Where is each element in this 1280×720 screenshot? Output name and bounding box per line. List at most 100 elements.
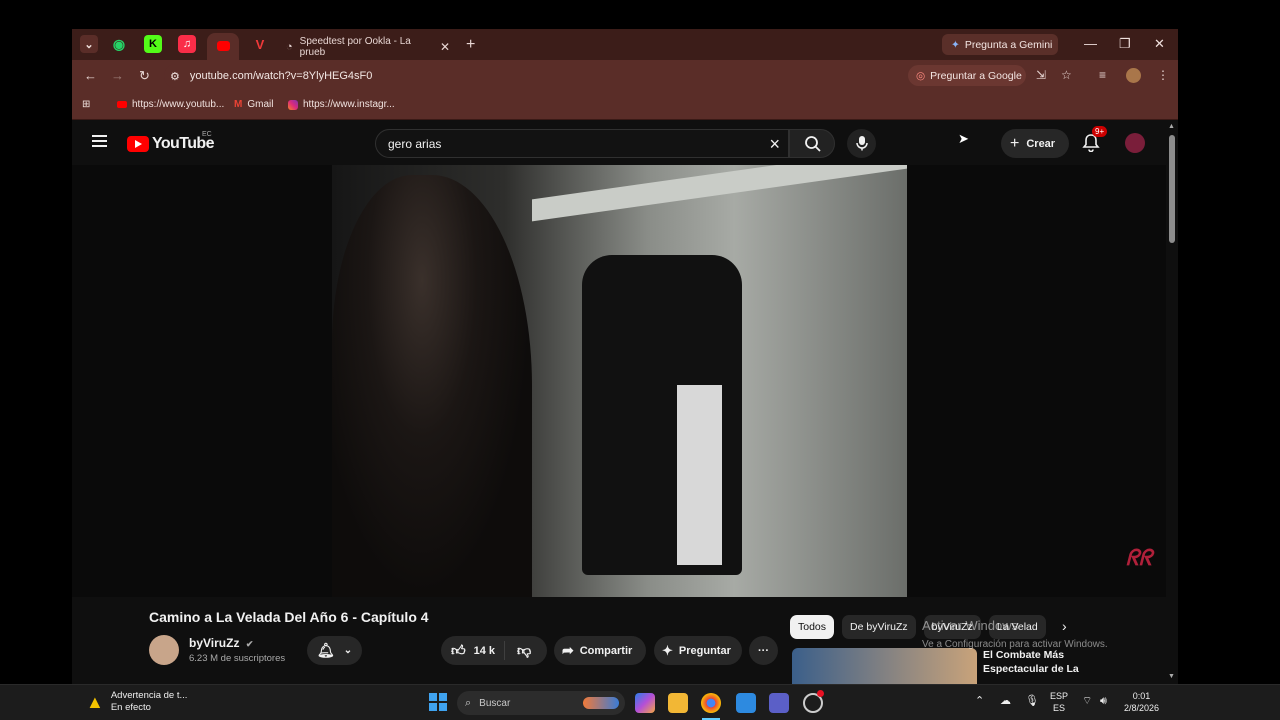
warning-icon: ▲ <box>86 692 104 712</box>
channel-name[interactable]: byViruZz ✔ <box>189 636 253 650</box>
recommendation-title[interactable]: El Combate Más Espectacular de La <box>983 648 1103 676</box>
input-language[interactable]: ESP ES <box>1050 690 1068 714</box>
menu-icon[interactable] <box>92 135 107 150</box>
tab-speedtest[interactable]: ◔ Speedtest por Ookla - La prueb ✕ <box>276 33 456 60</box>
search-icon <box>805 136 821 152</box>
onedrive-icon[interactable]: ☁ <box>1000 695 1011 707</box>
plus-icon: + <box>1010 134 1020 152</box>
tab-whatsapp[interactable]: ◉ <box>110 35 128 53</box>
windows-logo-icon <box>429 693 437 701</box>
music-icon: ♫ <box>182 38 192 50</box>
youtube-icon <box>117 101 127 108</box>
reload-button[interactable]: ↻ <box>139 68 150 84</box>
ask-google-button[interactable]: ◎ Preguntar a Google <box>908 65 1026 86</box>
site-info-icon[interactable]: ⚙ <box>170 70 180 83</box>
tab-kick[interactable]: K <box>144 35 162 53</box>
tab-music[interactable]: ♫ <box>178 35 196 53</box>
tab-youtube-active[interactable] <box>207 33 239 60</box>
tab-search-dropdown[interactable]: ⌄ <box>80 35 98 53</box>
clock[interactable]: 0:01 2/8/2026 <box>1124 690 1159 714</box>
windows-logo-icon <box>429 703 437 711</box>
voice-search-button[interactable] <box>847 129 876 158</box>
tray-overflow-chevron-icon[interactable]: ⌃ <box>975 695 984 707</box>
bookmark-youtube[interactable]: https://www.youtub... <box>117 99 224 110</box>
bookmark-instagram-label: https://www.instagr... <box>303 99 395 110</box>
bookmark-instagram[interactable]: https://www.instagr... <box>288 99 395 110</box>
share-icon: ➦ <box>562 642 574 658</box>
tab-strip: ⌄ ◉ K ♫ V ◔ Speedtest por Ookla - La pru… <box>72 29 1178 60</box>
gemini-button-label: Pregunta a Gemini <box>964 38 1053 51</box>
tab-vivaldi[interactable]: V <box>251 35 269 53</box>
share-button[interactable]: ➦ Compartir <box>554 636 646 665</box>
share-button-label: Compartir <box>579 644 633 657</box>
weather-widget[interactable]: ▲ Advertencia de t... En efecto <box>86 690 187 714</box>
recording-badge <box>817 690 824 697</box>
teams-app[interactable] <box>769 693 789 713</box>
country-code: EC <box>202 131 212 138</box>
volume-icon[interactable]: 🔊︎ <box>1100 695 1107 707</box>
ask-button[interactable]: ✦ Preguntar <box>654 636 742 665</box>
menu-kebab-icon[interactable]: ⋮ <box>1157 68 1169 82</box>
chevron-right-icon[interactable]: › <box>1062 618 1067 634</box>
file-explorer-app[interactable] <box>668 693 688 713</box>
scroll-up-arrow[interactable]: ▲ <box>1168 123 1175 130</box>
video-frame-shirt-stripe <box>677 385 722 565</box>
ask-button-label: Preguntar <box>678 644 731 657</box>
subscribed-notifications-button[interactable]: 🔔︎ ⌄ <box>307 636 362 665</box>
apps-grid-icon[interactable]: ⊞ <box>82 99 90 110</box>
scroll-down-arrow[interactable]: ▼ <box>1168 673 1175 680</box>
back-button[interactable]: ← <box>84 68 97 83</box>
close-window-button[interactable]: ✕ <box>1154 36 1165 52</box>
search-input-value: gero arias <box>388 136 442 151</box>
video-player[interactable]: ᖇᖇ <box>72 165 1166 597</box>
language-code: ESP <box>1050 691 1069 701</box>
clear-search-icon[interactable]: × <box>769 134 780 155</box>
youtube-icon <box>217 41 230 51</box>
store-app[interactable] <box>736 693 756 713</box>
browser-window: ⌄ ◉ K ♫ V ◔ Speedtest por Ookla - La pru… <box>72 29 1178 684</box>
restore-button[interactable]: ❐ <box>1119 36 1131 52</box>
account-avatar[interactable] <box>1125 133 1145 153</box>
bookmark-star-icon[interactable]: ☆ <box>1061 68 1072 82</box>
chip-all[interactable]: Todos <box>790 615 835 639</box>
dislike-button[interactable]: 👎︎ <box>505 642 531 659</box>
address-bar[interactable]: ⚙ youtube.com/watch?v=8YlyHEG4sF0 <box>164 64 1024 88</box>
new-tab-button[interactable]: + <box>466 36 475 54</box>
close-tab-icon[interactable]: ✕ <box>440 40 450 54</box>
instagram-icon <box>288 99 298 110</box>
gemini-button[interactable]: ✦ Pregunta a Gemini <box>942 34 1058 55</box>
like-button[interactable]: 👍︎ 14 k <box>441 641 505 660</box>
install-app-icon[interactable]: ⇲ <box>1036 68 1046 82</box>
windows-logo-icon <box>439 703 447 711</box>
forward-button[interactable]: → <box>111 68 124 83</box>
copilot-app[interactable] <box>635 693 655 713</box>
media-control-icon[interactable]: ≡ <box>1099 68 1106 82</box>
create-button[interactable]: + Crear <box>1001 129 1069 158</box>
tab-speedtest-label: Speedtest por Ookla - La prueb <box>299 35 411 58</box>
microphone-tray-icon[interactable]: 🎙︎ <box>1025 695 1039 707</box>
profile-avatar[interactable] <box>1126 68 1141 83</box>
recommendation-thumbnail[interactable] <box>792 648 977 684</box>
youtube-logo[interactable]: YouTube EC <box>127 131 214 153</box>
gmail-icon: M <box>234 99 243 110</box>
more-actions-button[interactable]: ··· <box>749 636 778 665</box>
video-title: Camino a La Velada Del Año 6 - Capítulo … <box>149 609 429 625</box>
search-input[interactable]: gero arias × <box>375 129 789 158</box>
like-dislike-group: 👍︎ 14 k 👎︎ <box>441 636 547 665</box>
channel-watermark-logo[interactable]: ᖇᖇ <box>1126 545 1152 571</box>
browser-toolbar: ← → ↻ ⚙ youtube.com/watch?v=8YlyHEG4sF0 … <box>72 60 1178 92</box>
chrome-app[interactable] <box>701 693 721 713</box>
wifi-icon[interactable]: ⌔ <box>1082 695 1092 707</box>
minimize-button[interactable]: — <box>1084 36 1097 51</box>
taskbar-search-placeholder: Buscar <box>479 697 511 709</box>
scrollbar-thumb[interactable] <box>1169 135 1175 243</box>
chip-from-channel[interactable]: De byViruZz <box>842 615 916 639</box>
search-button[interactable] <box>789 129 835 158</box>
channel-avatar[interactable] <box>149 635 179 665</box>
start-button[interactable] <box>429 693 447 711</box>
like-count: 14 k <box>473 644 496 657</box>
page-scrollbar[interactable]: ▲ ▼ <box>1166 121 1178 684</box>
taskbar-search[interactable]: ⌕ Buscar <box>457 691 625 715</box>
bookmark-gmail[interactable]: M Gmail <box>234 99 273 110</box>
video-frame-shelf <box>532 165 907 222</box>
